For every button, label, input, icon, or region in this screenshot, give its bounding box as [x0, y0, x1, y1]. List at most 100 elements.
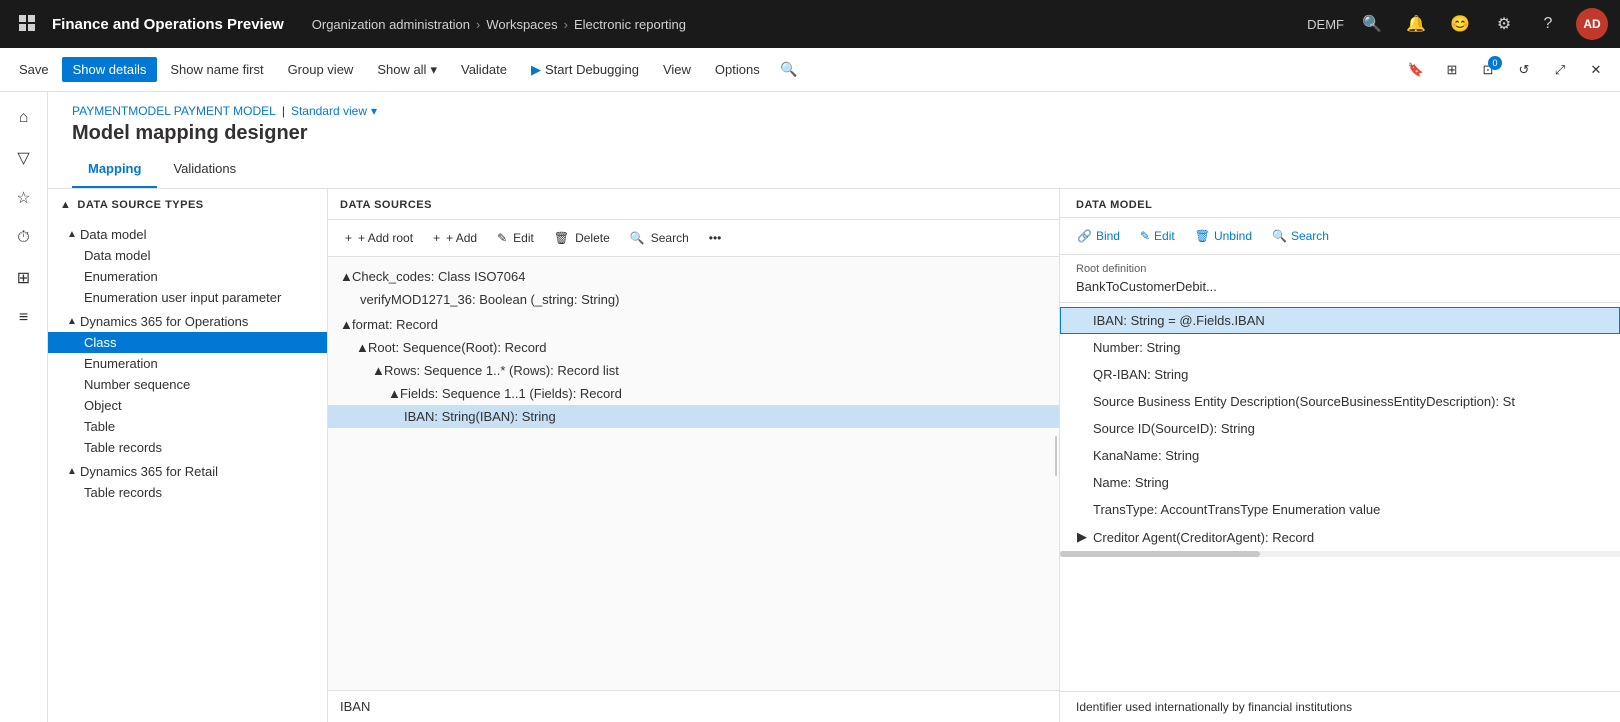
bookmark-icon[interactable]: 🔖: [1400, 54, 1432, 86]
nav-recent-icon[interactable]: ⏱: [6, 220, 42, 256]
tree-item-enumeration-2[interactable]: Enumeration: [48, 353, 327, 374]
middle-panel-footer: IBAN: [328, 690, 1059, 722]
face-icon[interactable]: 😊: [1444, 8, 1476, 40]
expand-icon[interactable]: ▲: [372, 363, 384, 378]
scrollbar-thumb[interactable]: [1060, 551, 1260, 557]
expand-icon[interactable]: ▲: [64, 313, 80, 329]
edit-icon: ✎: [1140, 229, 1150, 243]
tree-item-d365-retail-group[interactable]: ▲ Dynamics 365 for Retail: [48, 460, 327, 482]
data-tree-fields[interactable]: ▲ Fields: Sequence 1..1 (Fields): Record: [328, 382, 1059, 405]
add-root-button[interactable]: + + Add root: [336, 226, 422, 250]
tree-item-data-model-group[interactable]: ▲ Data model: [48, 223, 327, 245]
expand-icon[interactable]: ▲: [356, 340, 368, 355]
app-grid-icon[interactable]: [12, 8, 44, 40]
more-options-button[interactable]: •••: [700, 226, 731, 250]
group-view-button[interactable]: Group view: [277, 57, 365, 82]
tab-validations[interactable]: Validations: [157, 153, 252, 188]
user-avatar[interactable]: AD: [1576, 8, 1608, 40]
tree-item-table-records-1[interactable]: Table records: [48, 437, 327, 458]
help-icon[interactable]: ?: [1532, 8, 1564, 40]
right-tree-qr-iban[interactable]: QR-IBAN: String: [1060, 361, 1620, 388]
show-name-first-button[interactable]: Show name first: [159, 57, 274, 82]
tree-item-label: Dynamics 365 for Operations: [80, 314, 319, 329]
save-button[interactable]: Save: [8, 57, 60, 82]
resize-handle[interactable]: [1053, 189, 1059, 722]
expand-icon[interactable]: ⤢: [1544, 54, 1576, 86]
right-tree-creditor-agent[interactable]: ▶ Creditor Agent(CreditorAgent): Record: [1060, 523, 1620, 551]
refresh-icon[interactable]: ↺: [1508, 54, 1540, 86]
view-selector[interactable]: Standard view ▾: [291, 104, 377, 118]
tab-mapping[interactable]: Mapping: [72, 153, 157, 188]
tree-item-enum-user-input[interactable]: Enumeration user input parameter: [48, 287, 327, 308]
nav-list-icon[interactable]: ≡: [6, 300, 42, 336]
nav-filter-icon[interactable]: ▽: [6, 140, 42, 176]
left-panel-collapse-icon[interactable]: ▲: [60, 199, 71, 211]
right-tree-number[interactable]: Number: String: [1060, 334, 1620, 361]
right-tree-item-label: KanaName: String: [1093, 448, 1199, 463]
data-tree-root[interactable]: ▲ Root: Sequence(Root): Record: [328, 336, 1059, 359]
nav-star-icon[interactable]: ☆: [6, 180, 42, 216]
data-tree-rows[interactable]: ▲ Rows: Sequence 1..* (Rows): Record lis…: [328, 359, 1059, 382]
tree-item-d365-ops-group[interactable]: ▲ Dynamics 365 for Operations: [48, 310, 327, 332]
panel-icon[interactable]: ⊞: [1436, 54, 1468, 86]
data-tree-iban[interactable]: IBAN: String(IBAN): String: [328, 405, 1059, 428]
root-def-value: BankToCustomerDebit...: [1076, 279, 1604, 294]
search-icon[interactable]: 🔍: [1356, 8, 1388, 40]
notification-count: 0: [1488, 56, 1502, 70]
tree-item-enumeration-1[interactable]: Enumeration: [48, 266, 327, 287]
middle-panel-content: ▲ Check_codes: Class ISO7064 verifyMOD12…: [328, 257, 1059, 690]
nav-grid-icon[interactable]: ⊞: [6, 260, 42, 296]
expand-icon[interactable]: ▲: [340, 269, 352, 284]
right-tree-source-biz[interactable]: Source Business Entity Description(Sourc…: [1060, 388, 1620, 415]
search-button[interactable]: 🔍 Search: [1263, 224, 1338, 248]
data-tree-format[interactable]: ▲ format: Record: [328, 313, 1059, 336]
start-debugging-button[interactable]: ▶ Start Debugging: [520, 57, 650, 83]
search-button[interactable]: 🔍 Search: [621, 226, 698, 250]
tree-item-label: Enumeration user input parameter: [84, 290, 319, 305]
right-tree-kana-name[interactable]: KanaName: String: [1060, 442, 1620, 469]
breadcrumb-item-3[interactable]: Electronic reporting: [574, 17, 686, 32]
middle-panel-toolbar: + + Add root + + Add ✎ Edit 🗑 Delete: [328, 220, 1059, 257]
tree-item-data-model[interactable]: Data model: [48, 245, 327, 266]
delete-icon: 🗑: [554, 231, 569, 245]
delete-button[interactable]: 🗑 Delete: [545, 226, 619, 250]
data-tree-check-codes[interactable]: ▲ Check_codes: Class ISO7064: [328, 265, 1059, 288]
right-tree-name[interactable]: Name: String: [1060, 469, 1620, 496]
expand-icon[interactable]: ▲: [64, 463, 80, 479]
edit-button[interactable]: ✎ Edit: [1131, 224, 1184, 248]
right-tree-item-label: Creditor Agent(CreditorAgent): Record: [1093, 530, 1314, 545]
data-tree-verify[interactable]: verifyMOD1271_36: Boolean (_string: Stri…: [328, 288, 1059, 311]
unbind-button[interactable]: 🗑 Unbind: [1186, 224, 1261, 248]
tree-item-class[interactable]: Class: [48, 332, 327, 353]
tree-item-table-records-2[interactable]: Table records: [48, 482, 327, 503]
bell-icon[interactable]: 🔔: [1400, 8, 1432, 40]
view-button[interactable]: View: [652, 57, 702, 82]
right-tree-trans-type[interactable]: TransType: AccountTransType Enumeration …: [1060, 496, 1620, 523]
breadcrumb-item-2[interactable]: Workspaces: [486, 17, 557, 32]
nav-home-icon[interactable]: ⌂: [6, 100, 42, 136]
tree-item-table[interactable]: Table: [48, 416, 327, 437]
tree-item-object[interactable]: Object: [48, 395, 327, 416]
tree-item-number-sequence[interactable]: Number sequence: [48, 374, 327, 395]
right-tree-iban[interactable]: IBAN: String = @.Fields.IBAN: [1060, 307, 1620, 334]
expand-icon[interactable]: ▲: [388, 386, 400, 401]
close-icon[interactable]: ✕: [1580, 54, 1612, 86]
add-root-icon: +: [345, 231, 352, 245]
options-button[interactable]: Options: [704, 57, 771, 82]
resize-handle-inner: [1055, 436, 1057, 476]
bind-button[interactable]: 🔗 Bind: [1068, 224, 1129, 248]
edit-button[interactable]: ✎ Edit: [488, 226, 543, 250]
validate-button[interactable]: Validate: [450, 57, 518, 82]
right-tree-source-id[interactable]: Source ID(SourceID): String: [1060, 415, 1620, 442]
settings-icon[interactable]: ⚙: [1488, 8, 1520, 40]
add-button[interactable]: + + Add: [424, 226, 486, 250]
breadcrumb-item-1[interactable]: Organization administration: [312, 17, 470, 32]
show-all-button[interactable]: Show all ▾: [366, 57, 448, 83]
notification-badge-icon[interactable]: ⊡ 0: [1472, 54, 1504, 86]
expand-icon[interactable]: ▲: [64, 226, 80, 242]
toolbar-search-icon[interactable]: 🔍: [773, 54, 805, 86]
show-details-button[interactable]: Show details: [62, 57, 158, 82]
left-tree-list: ▲ Data model Data model Enumeration Enum…: [48, 219, 327, 722]
breadcrumb-model[interactable]: PAYMENTMODEL PAYMENT MODEL: [72, 104, 276, 118]
expand-icon[interactable]: ▲: [340, 317, 352, 332]
